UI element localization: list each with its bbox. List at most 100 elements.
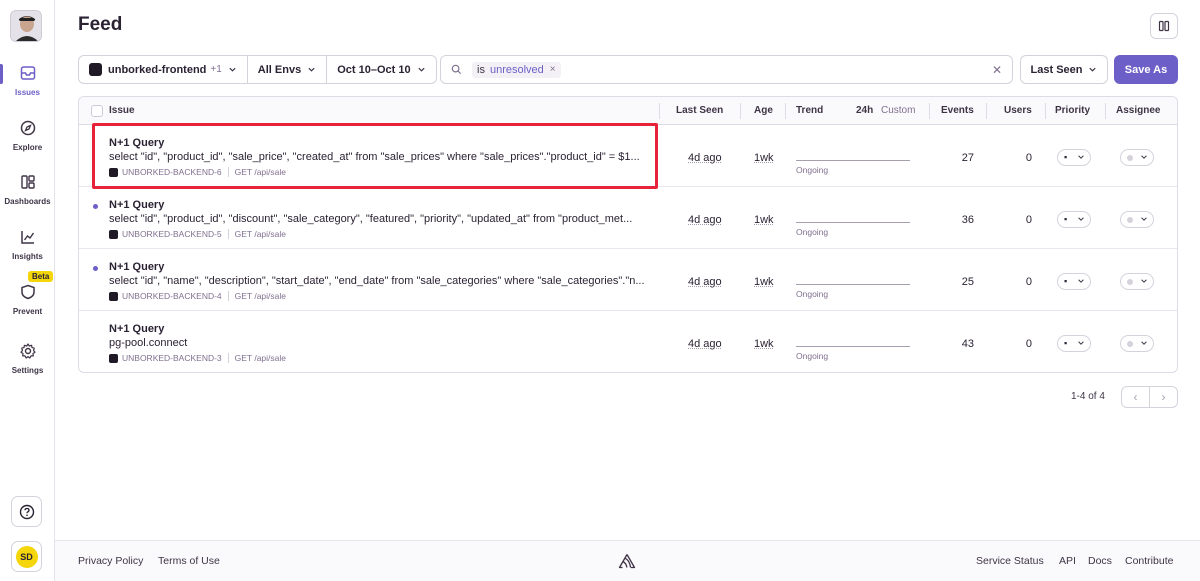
trend-custom-toggle[interactable]: Custom — [881, 105, 915, 116]
terms-link[interactable]: Terms of Use — [158, 555, 220, 567]
age-cell[interactable]: 1wk — [754, 152, 774, 164]
trend-sparkline — [796, 284, 910, 285]
unassigned-avatar-icon — [1127, 340, 1133, 347]
issue-short-id[interactable]: UNBORKED-BACKEND-3 — [122, 353, 222, 363]
assignee-dropdown[interactable] — [1120, 211, 1154, 228]
trend-sparkline — [796, 160, 910, 161]
header-users[interactable]: Users — [1004, 105, 1032, 116]
issue-row[interactable]: N+1 Query select "id", "product_id", "sa… — [79, 125, 1177, 187]
environment-filter-label: All Envs — [257, 63, 302, 76]
chevron-down-icon — [1141, 279, 1147, 283]
environment-filter[interactable]: All Envs — [248, 56, 328, 83]
priority-dropdown[interactable]: ▪ — [1057, 149, 1091, 166]
last-seen-cell[interactable]: 4d ago — [688, 276, 722, 288]
column-divider — [986, 103, 987, 119]
layout-toggle-button[interactable] — [1150, 13, 1178, 39]
trend-24h-toggle[interactable]: 24h — [856, 105, 873, 116]
issue-message: pg-pool.connect — [109, 337, 188, 349]
trend-label: Ongoing — [796, 289, 829, 299]
issue-row[interactable]: N+1 Query pg-pool.connect UNBORKED-BACKE… — [79, 311, 1177, 372]
user-menu-button[interactable]: SD — [11, 541, 42, 572]
org-avatar[interactable] — [10, 10, 42, 42]
issue-message: select "id", "name", "description", "sta… — [109, 275, 645, 287]
events-cell: 25 — [961, 276, 974, 288]
api-link[interactable]: API — [1059, 555, 1076, 567]
date-range-filter[interactable]: Oct 10–Oct 10 — [327, 56, 435, 83]
last-seen-cell[interactable]: 4d ago — [688, 338, 722, 350]
age-cell[interactable]: 1wk — [754, 338, 774, 350]
privacy-policy-link[interactable]: Privacy Policy — [78, 555, 143, 567]
project-filter[interactable]: unborked-frontend +1 — [79, 56, 248, 83]
sentry-logo-icon — [618, 554, 636, 569]
meta-divider — [227, 353, 229, 363]
search-token[interactable]: is unresolved × — [472, 61, 561, 78]
sidebar-item-settings[interactable]: Settings — [0, 342, 55, 375]
last-seen-cell[interactable]: 4d ago — [688, 152, 722, 164]
sidebar-item-insights[interactable]: Insights — [0, 228, 55, 261]
help-button[interactable] — [11, 496, 42, 527]
meta-divider — [227, 167, 229, 177]
clear-search-icon[interactable]: ✕ — [992, 63, 1002, 77]
header-events[interactable]: Events — [941, 105, 974, 116]
column-divider — [929, 103, 930, 119]
users-cell: 0 — [1025, 338, 1032, 350]
page-filters: unborked-frontend +1 All Envs Oct 10–Oct… — [78, 55, 437, 84]
chart-icon — [20, 231, 34, 244]
assignee-dropdown[interactable] — [1120, 149, 1154, 166]
save-as-button[interactable]: Save As — [1114, 55, 1178, 84]
chevron-down-icon — [229, 67, 236, 72]
header-assignee[interactable]: Assignee — [1116, 105, 1160, 116]
header-priority[interactable]: Priority — [1055, 105, 1090, 116]
user-avatar: SD — [15, 545, 38, 568]
remove-token-icon[interactable]: × — [550, 64, 556, 75]
previous-page-button[interactable]: ‹ — [1122, 387, 1150, 407]
header-issue[interactable]: Issue — [109, 105, 135, 116]
issue-title[interactable]: N+1 Query — [109, 323, 164, 335]
contribute-link[interactable]: Contribute — [1125, 555, 1173, 567]
priority-dropdown[interactable]: ▪ — [1057, 273, 1091, 290]
issue-search-input[interactable]: is unresolved × ✕ — [440, 55, 1013, 84]
unassigned-avatar-icon — [1127, 278, 1133, 285]
issue-short-id[interactable]: UNBORKED-BACKEND-4 — [122, 291, 222, 301]
priority-dropdown[interactable]: ▪ — [1057, 211, 1091, 228]
header-last-seen[interactable]: Last Seen — [676, 105, 723, 116]
issue-message: select "id", "product_id", "sale_price",… — [109, 151, 640, 163]
issue-title[interactable]: N+1 Query — [109, 137, 164, 149]
issue-short-id[interactable]: UNBORKED-BACKEND-6 — [122, 167, 222, 177]
issue-row[interactable]: N+1 Query select "id", "name", "descript… — [79, 249, 1177, 311]
chevron-down-icon — [1078, 155, 1084, 159]
sidebar-item-issues[interactable]: Issues — [0, 64, 55, 97]
users-cell: 0 — [1025, 152, 1032, 164]
events-cell: 43 — [961, 338, 974, 350]
assignee-dropdown[interactable] — [1120, 273, 1154, 290]
issue-short-id[interactable]: UNBORKED-BACKEND-5 — [122, 229, 222, 239]
docs-link[interactable]: Docs — [1088, 555, 1112, 567]
unassigned-avatar-icon — [1127, 216, 1133, 223]
priority-bars-icon: ▪ — [1064, 338, 1068, 348]
sidebar-item-dashboards[interactable]: Dashboards — [0, 173, 55, 206]
project-platform-icon — [109, 291, 118, 301]
columns-icon — [1158, 20, 1170, 32]
trend-label: Ongoing — [796, 227, 829, 237]
last-seen-cell[interactable]: 4d ago — [688, 214, 722, 226]
issue-culprit: GET /api/sale — [234, 167, 286, 177]
issue-title[interactable]: N+1 Query — [109, 261, 164, 273]
sidebar-item-prevent[interactable]: Prevent — [0, 283, 55, 316]
service-status-link[interactable]: Service Status — [976, 555, 1044, 567]
unread-indicator — [93, 266, 98, 271]
issue-message: select "id", "product_id", "discount", "… — [109, 213, 633, 225]
issue-row[interactable]: N+1 Query select "id", "product_id", "di… — [79, 187, 1177, 249]
header-age[interactable]: Age — [754, 105, 773, 116]
users-cell: 0 — [1025, 276, 1032, 288]
priority-dropdown[interactable]: ▪ — [1057, 335, 1091, 352]
age-cell[interactable]: 1wk — [754, 214, 774, 226]
next-page-button[interactable]: › — [1150, 387, 1177, 407]
sort-dropdown[interactable]: Last Seen — [1020, 55, 1108, 84]
age-cell[interactable]: 1wk — [754, 276, 774, 288]
sidebar-item-label: Settings — [11, 366, 44, 375]
select-all-checkbox[interactable] — [91, 105, 103, 117]
issue-title[interactable]: N+1 Query — [109, 199, 164, 211]
sidebar-item-explore[interactable]: Explore — [0, 119, 55, 152]
assignee-dropdown[interactable] — [1120, 335, 1154, 352]
project-filter-label: unborked-frontend — [108, 63, 207, 76]
